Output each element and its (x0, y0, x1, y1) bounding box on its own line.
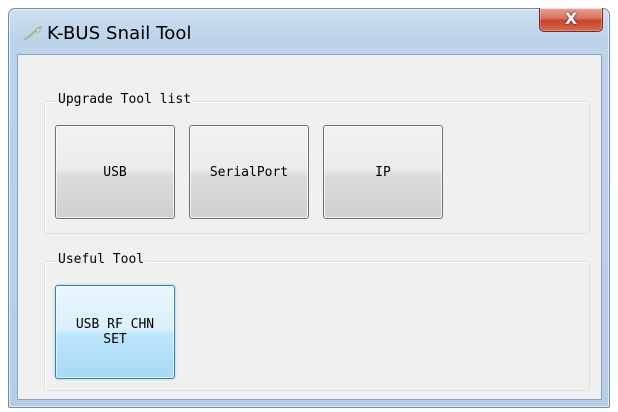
app-window: K-BUS Snail Tool X Upgrade Tool list USB… (8, 8, 610, 408)
snail-icon (24, 26, 42, 41)
usb-rf-chn-set-button[interactable]: USB RF CHN SET (55, 285, 175, 379)
close-x-icon: X (564, 9, 578, 28)
title-bar[interactable]: K-BUS Snail Tool X (9, 8, 609, 55)
ip-button-label: IP (375, 164, 391, 180)
usb-button[interactable]: USB (55, 125, 175, 219)
usb-rf-chn-set-button-label: USB RF CHN SET (75, 317, 155, 347)
client-area: Upgrade Tool list USB SerialPort IP Usef… (17, 54, 602, 400)
usb-button-label: USB (103, 164, 127, 180)
ip-button[interactable]: IP (323, 125, 443, 219)
serialport-button-label: SerialPort (209, 164, 289, 180)
close-button[interactable]: X (539, 8, 603, 32)
upgrade-tool-group-label: Upgrade Tool list (55, 92, 195, 107)
window-title: K-BUS Snail Tool (47, 23, 192, 44)
serialport-button[interactable]: SerialPort (189, 125, 309, 219)
useful-tool-group-label: Useful Tool (55, 252, 148, 267)
